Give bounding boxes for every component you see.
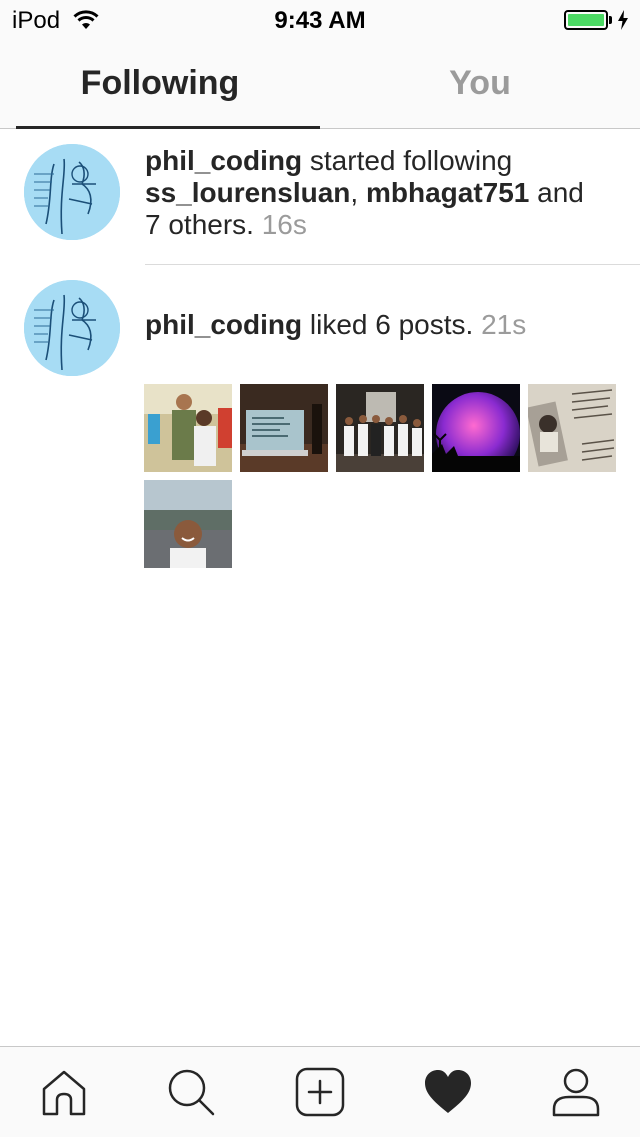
timestamp: 21s [481, 309, 527, 340]
clock: 9:43 AM [274, 7, 366, 34]
battery-tip [609, 16, 612, 24]
username-link[interactable]: phil_coding [145, 309, 302, 340]
laptop-photo-image [240, 384, 328, 472]
conjunction-text: and [537, 177, 584, 208]
post-thumbnail[interactable] [144, 384, 232, 472]
search-icon[interactable] [166, 1067, 216, 1117]
post-thumbnail[interactable] [432, 384, 520, 472]
username-link[interactable]: ss_lourensluan [145, 177, 350, 208]
group-photo-image [336, 384, 424, 472]
battery-icon [564, 10, 608, 30]
activity-text: phil_coding liked 6 posts. 21s [145, 309, 615, 341]
avatar-sketch-image [24, 280, 120, 376]
yearbook-photo-image [528, 384, 616, 472]
tab-following[interactable]: Following [0, 40, 320, 128]
tab-you[interactable]: You [320, 40, 640, 128]
post-thumbnail[interactable] [144, 480, 232, 568]
action-text: started following [309, 145, 513, 176]
username-link[interactable]: mbhagat751 [366, 177, 529, 208]
home-icon[interactable] [39, 1067, 89, 1117]
status-bar: iPod 9:43 AM [0, 0, 640, 40]
profile-icon[interactable] [551, 1067, 601, 1117]
activity-tabs: Following You [0, 40, 640, 129]
couple-photo-image [144, 384, 232, 472]
timestamp: 16s [261, 209, 307, 240]
bottom-tab-bar [0, 1046, 640, 1137]
add-post-icon[interactable] [295, 1067, 345, 1117]
separator-text: , [350, 177, 359, 208]
others-link[interactable]: 7 others. [145, 209, 254, 240]
post-thumbnail[interactable] [336, 384, 424, 472]
username-link[interactable]: phil_coding [145, 145, 302, 176]
action-text: liked 6 posts. [309, 309, 474, 340]
activity-text: phil_coding started following ss_lourens… [145, 145, 615, 241]
activity-heart-icon[interactable] [423, 1067, 473, 1117]
selfie-photo-image [144, 480, 232, 568]
post-thumbnail[interactable] [528, 384, 616, 472]
avatar[interactable] [24, 144, 120, 240]
activity-item-likes[interactable]: phil_coding liked 6 posts. 21s [0, 265, 640, 585]
charging-bolt-icon [618, 10, 628, 30]
epcot-sphere-photo-image [432, 384, 520, 472]
post-thumbnail[interactable] [240, 384, 328, 472]
activity-item-following[interactable]: phil_coding started following ss_lourens… [0, 129, 640, 265]
avatar-sketch-image [24, 144, 120, 240]
avatar[interactable] [24, 280, 120, 376]
